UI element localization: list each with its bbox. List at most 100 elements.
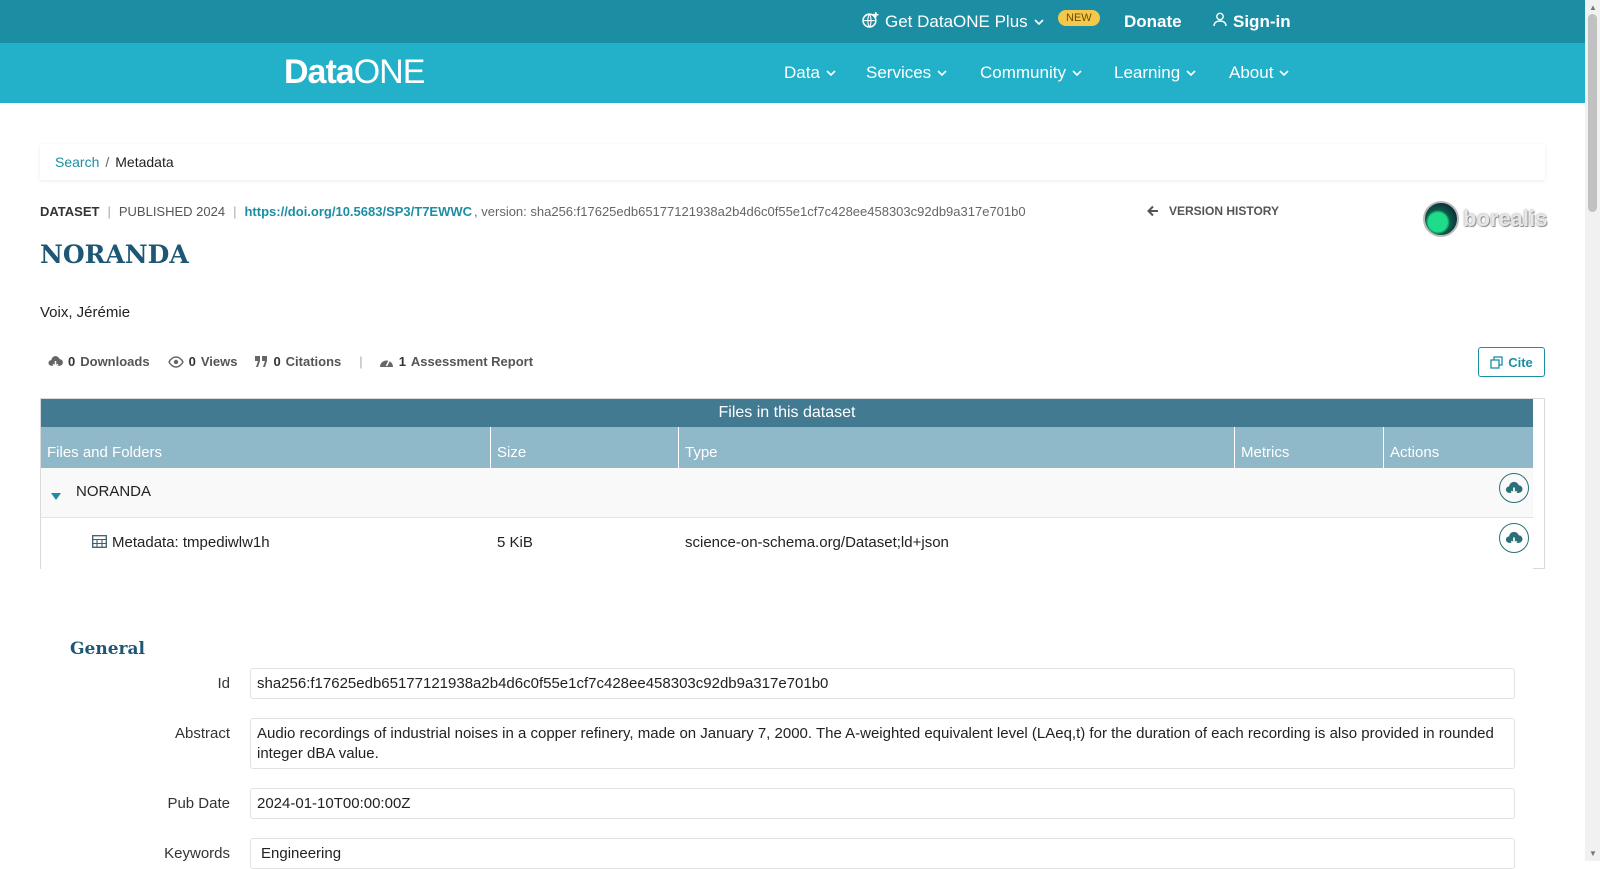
nav-services-label: Services <box>866 63 932 82</box>
breadcrumb-search-link[interactable]: Search <box>55 154 99 170</box>
cloud-download-icon <box>1505 481 1523 495</box>
downloads-metric[interactable]: 0 Downloads <box>48 354 150 369</box>
cloud-download-icon <box>1505 531 1523 545</box>
cite-label: Cite <box>1508 354 1533 370</box>
nav-community[interactable]: Community <box>980 63 1082 83</box>
arrow-left-icon <box>1147 205 1158 217</box>
views-metric[interactable]: 0 Views <box>167 354 238 369</box>
version-text: , version: sha256:f17625edb65177121938a2… <box>474 204 1026 219</box>
repository-logo[interactable]: borealis <box>1423 201 1547 237</box>
main-navbar: Data ONE Data Services Community Learning… <box>0 43 1585 103</box>
dataset-author[interactable]: Voix, Jérémie <box>40 304 130 321</box>
dataset-metrics: 0 Downloads 0 Views 0 Citations | 1 Asse… <box>48 354 551 369</box>
dataset-type-label: DATASET <box>40 204 100 219</box>
version-history-link[interactable]: VERSION HISTORY <box>1147 204 1279 218</box>
abstract-label: Abstract <box>174 725 230 742</box>
nav-about-label: About <box>1229 63 1274 82</box>
column-header-files[interactable]: Files and Folders <box>41 427 491 468</box>
views-count: 0 <box>188 354 196 369</box>
file-row[interactable]: Metadata: tmpediwlw1h 5 KiB science-on-s… <box>41 519 1533 569</box>
borealis-logo-icon <box>1423 201 1459 237</box>
divider: | <box>233 204 237 219</box>
pub-date-label: Pub Date <box>167 795 230 812</box>
id-label: Id <box>217 675 230 692</box>
donate-link[interactable]: Donate <box>1124 12 1182 32</box>
caret-down-icon[interactable] <box>51 488 61 505</box>
files-table-header: Files and Folders Size Type Metrics Acti… <box>41 427 1533 468</box>
general-section-title: General <box>70 639 145 659</box>
id-value: sha256:f17625edb65177121938a2b4d6c0f55e1… <box>250 668 1515 699</box>
repository-logo-text: borealis <box>1463 206 1548 231</box>
citations-label: Citations <box>285 354 342 369</box>
nav-community-label: Community <box>980 63 1066 82</box>
chevron-down-icon <box>826 70 836 77</box>
dataset-title: NORANDA <box>40 240 189 269</box>
file-type: science-on-schema.org/Dataset;ld+json <box>685 534 949 551</box>
assessment-report-metric[interactable]: 1 Assessment Report <box>379 354 533 369</box>
nav-learning-label: Learning <box>1114 63 1181 82</box>
quote-icon <box>255 356 268 367</box>
chevron-down-icon <box>1072 70 1082 77</box>
copy-icon <box>1490 355 1503 369</box>
download-file-button[interactable] <box>1499 523 1529 553</box>
breadcrumb-current: Metadata <box>115 154 174 170</box>
scroll-up-icon[interactable]: ▲ <box>1589 3 1597 12</box>
download-folder-button[interactable] <box>1499 473 1529 503</box>
citations-count: 0 <box>273 354 281 369</box>
table-icon <box>92 535 107 552</box>
files-table: Files in this dataset Files and Folders … <box>40 398 1545 569</box>
cloud-download-icon <box>48 356 63 368</box>
column-header-size[interactable]: Size <box>491 427 679 468</box>
dataone-logo[interactable]: Data ONE <box>284 53 426 92</box>
eye-icon <box>167 355 184 368</box>
nav-about[interactable]: About <box>1229 63 1290 83</box>
downloads-label: Downloads <box>80 354 150 369</box>
abstract-value: Audio recordings of industrial noises in… <box>250 718 1515 769</box>
chevron-down-icon <box>1034 12 1044 32</box>
file-name[interactable]: Metadata: tmpediwlw1h <box>112 534 270 551</box>
keywords-label: Keywords <box>164 845 230 862</box>
dataset-meta-line: DATASET | PUBLISHED 2024 | https://doi.o… <box>40 204 1026 219</box>
logo-data-text: Data <box>284 53 355 91</box>
sign-in-label: Sign-in <box>1233 12 1291 31</box>
scroll-down-icon[interactable]: ▼ <box>1589 849 1597 858</box>
views-label: Views <box>200 354 238 369</box>
keywords-value: Engineering <box>250 838 1515 869</box>
citations-metric[interactable]: 0 Citations <box>255 354 341 369</box>
scrollbar-thumb[interactable] <box>1588 14 1597 212</box>
nav-learning[interactable]: Learning <box>1114 63 1196 83</box>
nav-data[interactable]: Data <box>784 63 836 83</box>
divider: | <box>107 204 111 219</box>
chevron-down-icon <box>1279 70 1290 77</box>
cite-button[interactable]: Cite <box>1478 347 1545 377</box>
published-label: PUBLISHED 2024 <box>118 204 226 219</box>
logo-one-text: ONE <box>353 53 426 91</box>
nav-data-label: Data <box>784 63 820 82</box>
assessment-label: Assessment Report <box>410 354 534 369</box>
column-header-actions[interactable]: Actions <box>1384 427 1533 468</box>
column-header-metrics[interactable]: Metrics <box>1235 427 1384 468</box>
pub-date-value: 2024-01-10T00:00:00Z <box>250 788 1515 819</box>
page-scrollbar[interactable]: ▲ ▼ <box>1585 0 1600 861</box>
column-header-type[interactable]: Type <box>679 427 1235 468</box>
chevron-down-icon <box>937 70 947 77</box>
files-table-caption: Files in this dataset <box>41 399 1533 427</box>
globe-plus-icon <box>862 11 879 33</box>
folder-row[interactable]: NORANDA <box>41 468 1533 518</box>
version-history-label: VERSION HISTORY <box>1169 204 1280 218</box>
chevron-down-icon <box>1186 70 1196 77</box>
file-size: 5 KiB <box>497 534 533 551</box>
nav-services[interactable]: Services <box>866 63 947 83</box>
get-dataone-plus-menu[interactable]: Get DataONE Plus <box>862 11 1044 33</box>
doi-link[interactable]: https://doi.org/10.5683/SP3/T7EWWC <box>244 204 472 219</box>
breadcrumb: Search / Metadata <box>40 144 1545 180</box>
divider: | <box>359 354 363 369</box>
sign-in-link[interactable]: Sign-in <box>1213 12 1291 32</box>
assessment-count: 1 <box>398 354 406 369</box>
top-bar: Get DataONE Plus NEW Donate Sign-in <box>0 0 1585 43</box>
folder-name[interactable]: NORANDA <box>76 483 151 500</box>
new-badge: NEW <box>1058 10 1100 26</box>
user-icon <box>1213 12 1227 32</box>
gauge-icon <box>379 359 393 367</box>
breadcrumb-separator: / <box>105 154 110 170</box>
